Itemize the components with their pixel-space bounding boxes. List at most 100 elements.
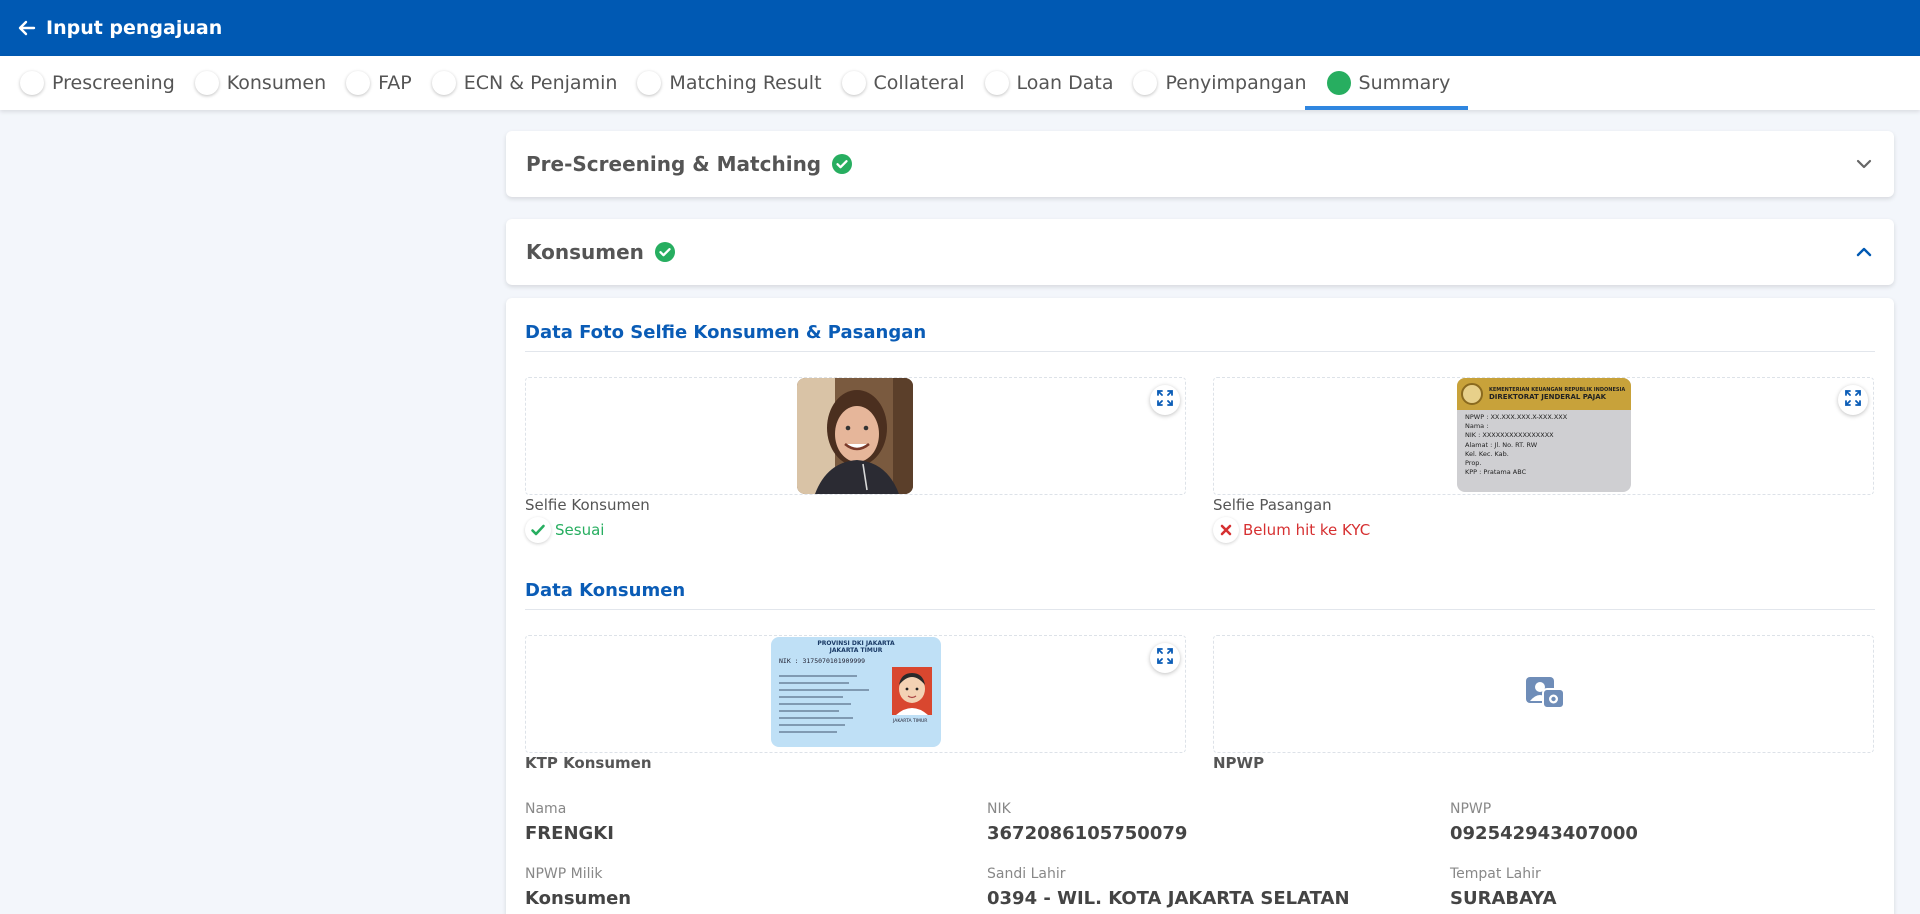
tab-konsumen[interactable]: Konsumen — [193, 56, 344, 110]
npwp-line: Nama : — [1465, 422, 1489, 431]
step-indicator-active — [1326, 71, 1351, 95]
step-indicator — [194, 71, 219, 95]
tab-collateral[interactable]: Collateral — [840, 56, 983, 110]
field-npwp: NPWP 092542943407000 — [1450, 801, 1638, 844]
tab-label: Matching Result — [669, 72, 822, 94]
tab-label: Penyimpangan — [1165, 72, 1307, 94]
field-value: Konsumen — [525, 888, 632, 909]
npwp-line: Alamat : Jl. No. RT. RW — [1465, 440, 1538, 449]
tab-label: FAP — [378, 72, 412, 94]
arrow-left-icon[interactable] — [18, 19, 36, 37]
ktp-caption: JAKARTA TIMUR — [893, 719, 928, 724]
tab-penyimpangan[interactable]: Penyimpangan — [1131, 56, 1324, 110]
ktp-text-lines — [779, 675, 869, 733]
field-label: NPWP — [1450, 801, 1492, 817]
close-icon — [1213, 517, 1239, 543]
selfie-konsumen-photo[interactable] — [797, 378, 913, 494]
accordion-title: Pre-Screening & Matching — [526, 152, 822, 176]
npwp-line: NIK : XXXXXXXXXXXXXXXX — [1465, 431, 1554, 440]
image-placeholder-icon — [1525, 675, 1565, 715]
field-label: Tempat Lahir — [1450, 866, 1541, 882]
check-icon — [525, 517, 551, 543]
section-divider — [525, 609, 1875, 610]
ktp-card-image[interactable]: PROVINSI DKI JAKARTA JAKARTA TIMUR NIK :… — [771, 637, 941, 747]
tab-label: ECN & Penjamin — [463, 72, 618, 94]
npwp-line: Prop. — [1465, 459, 1482, 468]
field-value: 092542943407000 — [1450, 823, 1638, 844]
selfie-konsumen-label: Selfie Konsumen — [525, 496, 650, 514]
npwp-line: NPWP : XX.XXX.XXX.X-XXX.XXX — [1465, 413, 1568, 421]
field-label: NPWP Milik — [525, 866, 603, 882]
tab-label: Prescreening — [52, 72, 175, 94]
ktp-konsumen-box: PROVINSI DKI JAKARTA JAKARTA TIMUR NIK :… — [525, 635, 1186, 753]
selfie-konsumen-box — [525, 377, 1186, 495]
npwp-box[interactable] — [1213, 635, 1874, 753]
npwp-card-header: KEMENTERIAN KEUANGAN REPUBLIK INDONESIA … — [1457, 378, 1631, 410]
tab-loan-data[interactable]: Loan Data — [983, 56, 1132, 110]
step-indicator — [984, 71, 1009, 95]
expand-icon — [1845, 390, 1861, 410]
tab-prescreening[interactable]: Prescreening — [18, 56, 193, 110]
field-nik: NIK 3672086105750079 — [987, 801, 1187, 844]
step-indicator — [20, 71, 44, 95]
ktp-header-line1: PROVINSI DKI JAKARTA — [817, 640, 895, 647]
tab-summary[interactable]: Summary — [1304, 56, 1469, 110]
page-title: Input pengajuan — [46, 17, 223, 39]
selfie-pasangan-status: Belum hit ke KYC — [1213, 517, 1370, 543]
ktp-photo — [892, 667, 932, 715]
npwp-line: Kel. Kec. Kab. — [1465, 449, 1509, 458]
field-value: 0394 - WIL. KOTA JAKARTA SELATAN — [987, 888, 1350, 909]
expand-selfie-pasangan-button[interactable] — [1838, 385, 1868, 415]
check-circle-icon — [831, 153, 853, 175]
npwp-line: KPP : Pratama ABC — [1465, 468, 1527, 477]
chevron-up-icon[interactable] — [1854, 242, 1874, 262]
section-divider — [525, 351, 1875, 352]
tab-label: Loan Data — [1016, 72, 1114, 94]
accordion-konsumen[interactable]: Konsumen — [506, 219, 1894, 285]
npwp-label: NPWP — [1213, 754, 1265, 772]
npwp-header-line2: DIREKTORAT JENDERAL PAJAK — [1489, 393, 1607, 401]
status-text: Sesuai — [555, 521, 605, 539]
tab-matching-result[interactable]: Matching Result — [635, 56, 839, 110]
chevron-down-icon[interactable] — [1854, 154, 1874, 174]
tab-label: Konsumen — [226, 72, 327, 94]
step-indicator — [346, 71, 371, 95]
check-circle-icon — [654, 241, 676, 263]
selfie-pasangan-label: Selfie Pasangan — [1213, 496, 1332, 514]
npwp-card-body: NPWP : XX.XXX.XXX.X-XXX.XXX Nama : NIK :… — [1457, 410, 1631, 480]
step-indicator — [1133, 71, 1158, 95]
accordion-title: Konsumen — [526, 240, 644, 264]
ktp-header-line2: JAKARTA TIMUR — [829, 647, 883, 654]
ktp-konsumen-label: KTP Konsumen — [525, 754, 652, 772]
expand-ktp-button[interactable] — [1150, 643, 1180, 673]
expand-selfie-konsumen-button[interactable] — [1150, 385, 1180, 415]
selfie-pasangan-box: KEMENTERIAN KEUANGAN REPUBLIK INDONESIA … — [1213, 377, 1874, 495]
field-sandi-lahir: Sandi Lahir 0394 - WIL. KOTA JAKARTA SEL… — [987, 866, 1350, 909]
step-indicator — [841, 71, 866, 95]
tab-label: Collateral — [873, 72, 965, 94]
garuda-emblem-icon — [1461, 383, 1483, 405]
status-text: Belum hit ke KYC — [1243, 521, 1371, 539]
step-tabs: Prescreening Konsumen FAP ECN & Penjamin… — [0, 56, 1920, 110]
tab-label: Summary — [1358, 72, 1451, 94]
top-app-bar: Input pengajuan — [0, 0, 1920, 56]
field-npwp-milik: NPWP Milik Konsumen — [525, 866, 631, 909]
field-label: Sandi Lahir — [987, 866, 1066, 882]
selfie-konsumen-status: Sesuai — [525, 517, 604, 543]
field-value: SURABAYA — [1450, 888, 1557, 909]
section-title-data-konsumen: Data Konsumen — [525, 580, 686, 601]
ktp-nik-line: NIK : 3175070101909999 — [779, 657, 866, 665]
field-nama: Nama FRENGKI — [525, 801, 614, 844]
tab-fap[interactable]: FAP — [344, 56, 430, 110]
npwp-card-image[interactable]: KEMENTERIAN KEUANGAN REPUBLIK INDONESIA … — [1457, 378, 1631, 492]
tab-ecn-penjamin[interactable]: ECN & Penjamin — [430, 56, 636, 110]
field-value: FRENGKI — [525, 823, 614, 844]
section-title-selfie: Data Foto Selfie Konsumen & Pasangan — [525, 322, 927, 343]
expand-icon — [1157, 390, 1173, 410]
field-label: NIK — [987, 801, 1011, 817]
accordion-prescreening-matching[interactable]: Pre-Screening & Matching — [506, 131, 1894, 197]
field-tempat-lahir: Tempat Lahir SURABAYA — [1450, 866, 1557, 909]
step-indicator — [431, 71, 456, 95]
field-value: 3672086105750079 — [987, 823, 1188, 844]
step-indicator — [637, 71, 662, 95]
